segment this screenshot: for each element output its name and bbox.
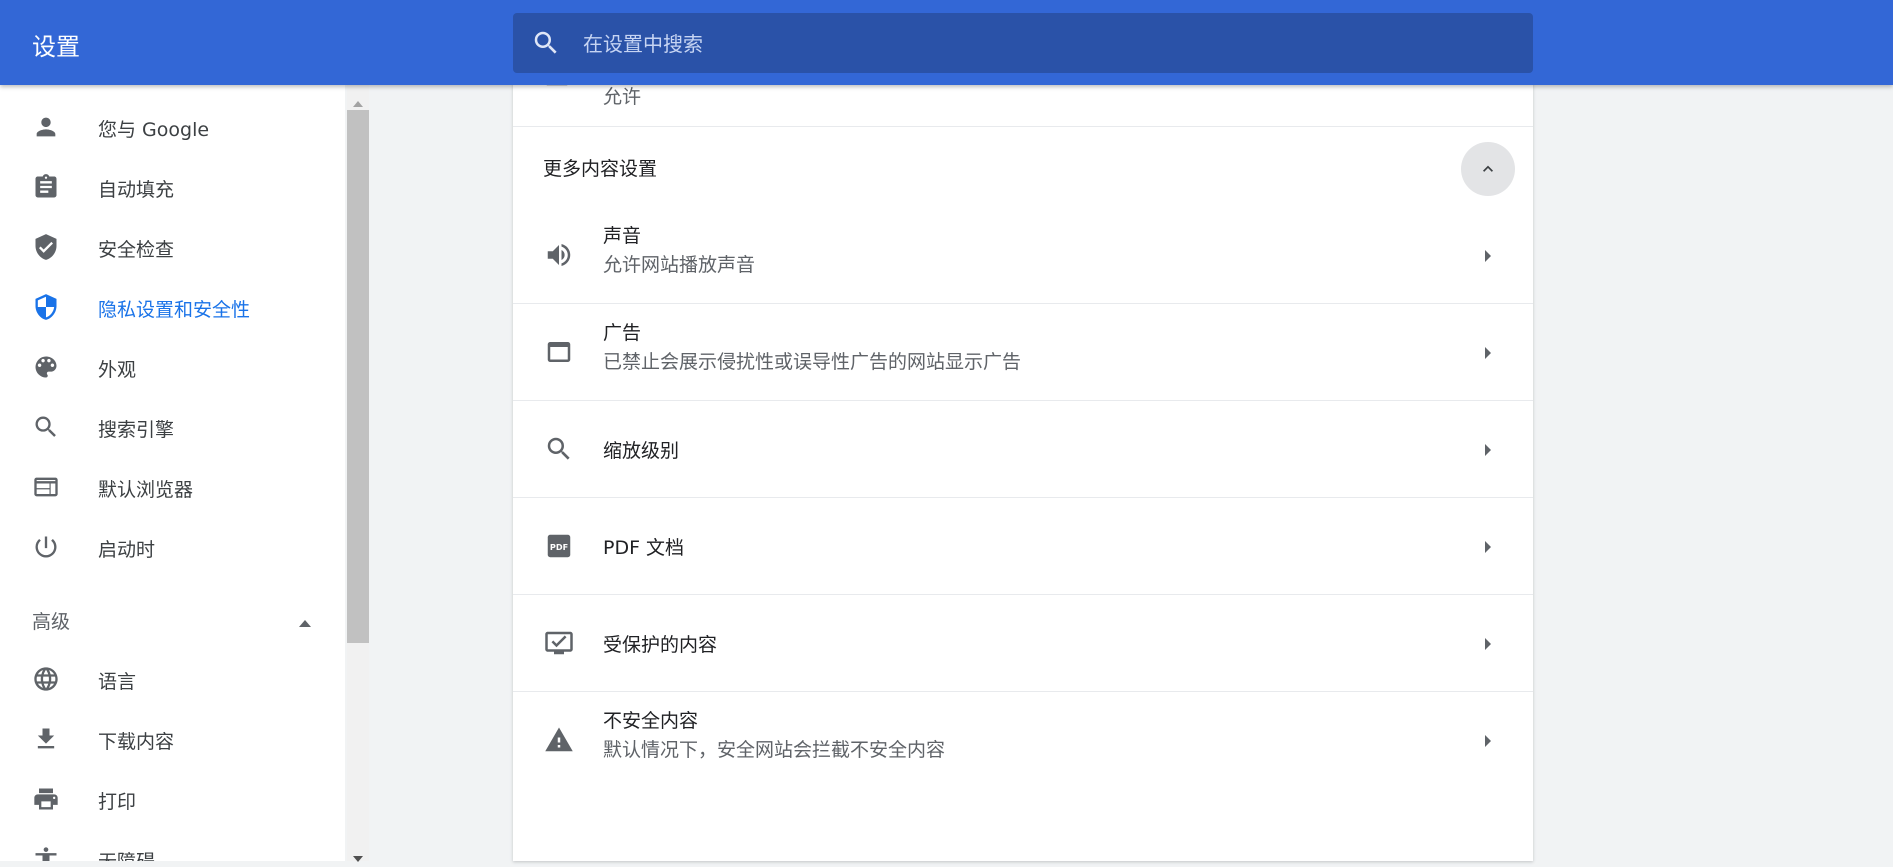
setting-title: 受保护的内容 [603, 634, 718, 656]
sidebar-item-downloads[interactable]: 下载内容 [0, 711, 345, 767]
setting-row-sound[interactable]: 声音 允许网站播放声音 [513, 207, 1533, 304]
accessibility-icon [32, 845, 60, 861]
more-content-settings-header[interactable]: 更多内容设置 [513, 127, 1533, 207]
warning-icon [544, 725, 574, 755]
download-icon [32, 725, 60, 753]
protected-content-icon [544, 628, 574, 658]
setting-row-pdf-documents[interactable]: PDF PDF 文档 [513, 498, 1533, 595]
arrow-right-icon [1483, 636, 1493, 650]
page-title: 设置 [32, 33, 80, 61]
sidebar-item-languages[interactable]: 语言 [0, 651, 345, 707]
arrow-right-icon [1483, 442, 1493, 456]
sidebar-item-printing[interactable]: 打印 [0, 771, 345, 827]
sidebar-item-you-and-google[interactable]: 您与 Google [0, 99, 345, 155]
sidebar-item-label: 无障碍 [98, 847, 155, 861]
advanced-section-toggle[interactable]: 高级 [0, 591, 345, 647]
pdf-icon: PDF [544, 531, 574, 561]
sidebar-item-default-browser[interactable]: 默认浏览器 [0, 459, 345, 515]
setting-row-zoom-levels[interactable]: 缩放级别 [513, 401, 1533, 498]
sidebar-item-autofill[interactable]: 自动填充 [0, 159, 345, 215]
arrow-right-icon [1483, 733, 1493, 747]
ads-icon [544, 337, 574, 367]
person-icon [32, 113, 60, 141]
sidebar-item-label: 自动填充 [98, 179, 175, 201]
top-app-bar: 设置 [0, 0, 1893, 85]
globe-icon [32, 665, 60, 693]
advanced-section-label: 高级 [32, 611, 71, 633]
site-settings-card: 允许 更多内容设置 声音 允许网站播放声音 广告 已禁止会展示侵扰性或误导性广告… [513, 70, 1533, 861]
search-box[interactable] [513, 13, 1533, 73]
setting-title: 缩放级别 [603, 440, 680, 462]
sound-icon [544, 240, 574, 270]
sidebar-item-search-engine[interactable]: 搜索引擎 [0, 399, 345, 455]
setting-title: 声音 [603, 225, 642, 247]
sidebar-item-label: 安全检查 [98, 239, 175, 261]
sidebar-item-appearance[interactable]: 外观 [0, 339, 345, 395]
setting-row-protected-content[interactable]: 受保护的内容 [513, 595, 1533, 692]
setting-row-ads[interactable]: 广告 已禁止会展示侵扰性或误导性广告的网站显示广告 [513, 304, 1533, 401]
sidebar-item-label: 外观 [98, 359, 137, 381]
palette-icon [32, 353, 60, 381]
arrow-right-icon [1483, 539, 1493, 553]
setting-status: 允许 [603, 86, 642, 108]
sidebar-item-label: 默认浏览器 [98, 479, 194, 501]
setting-title: 广告 [603, 322, 642, 344]
browser-icon [32, 473, 60, 501]
svg-text:PDF: PDF [550, 542, 568, 552]
setting-title: PDF 文档 [603, 537, 685, 559]
chevron-up-icon [1483, 165, 1493, 172]
sidebar-item-safety-check[interactable]: 安全检查 [0, 219, 345, 275]
scroll-down-arrow-icon[interactable] [352, 848, 364, 862]
setting-subtitle: 已禁止会展示侵扰性或误导性广告的网站显示广告 [603, 351, 1022, 373]
arrow-right-icon [1483, 248, 1493, 262]
clipboard-icon [32, 173, 60, 201]
sidebar-item-accessibility[interactable]: 无障碍 [0, 831, 345, 861]
search-icon [32, 413, 60, 441]
sidebar-item-privacy-security[interactable]: 隐私设置和安全性 [0, 279, 345, 335]
arrow-right-icon [1483, 345, 1493, 359]
sidebar-item-on-startup[interactable]: 启动时 [0, 519, 345, 575]
shield-icon [32, 293, 60, 321]
sidebar-scrollbar[interactable] [347, 85, 369, 862]
setting-subtitle: 允许网站播放声音 [603, 254, 756, 276]
shield-check-icon [32, 233, 60, 261]
section-title: 更多内容设置 [543, 158, 658, 180]
setting-subtitle: 默认情况下，安全网站会拦截不安全内容 [603, 739, 946, 761]
arrow-up-icon [298, 613, 312, 627]
printer-icon [32, 785, 60, 813]
search-input[interactable] [581, 27, 1485, 61]
scroll-up-arrow-icon[interactable] [352, 93, 364, 107]
collapse-button[interactable] [1461, 142, 1515, 196]
power-icon [32, 533, 60, 561]
sidebar-item-label: 启动时 [98, 539, 156, 561]
sidebar-item-label: 您与 Google [98, 119, 210, 141]
search-icon[interactable] [531, 28, 561, 58]
sidebar-item-label: 隐私设置和安全性 [98, 299, 251, 321]
sidebar-item-label: 搜索引擎 [98, 419, 175, 441]
zoom-icon [544, 434, 574, 464]
sidebar-item-label: 打印 [98, 791, 137, 813]
setting-row-insecure-content[interactable]: 不安全内容 默认情况下，安全网站会拦截不安全内容 [513, 692, 1533, 788]
sidebar-item-label: 下载内容 [98, 731, 175, 753]
scrollbar-thumb[interactable] [347, 110, 369, 643]
sidebar-menu: 您与 Google 自动填充 安全检查 隐私设置和安全性 外观 搜索引擎 默认浏… [0, 85, 345, 861]
sidebar-item-label: 语言 [98, 671, 137, 693]
setting-title: 不安全内容 [603, 710, 699, 732]
